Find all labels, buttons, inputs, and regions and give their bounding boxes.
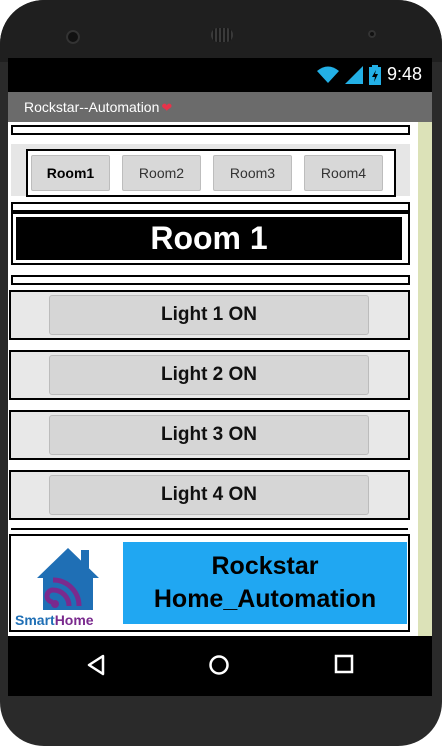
logo-text: SmartHome — [15, 612, 94, 628]
tab-room4[interactable]: Room4 — [304, 155, 383, 191]
smarthome-logo: SmartHome — [13, 542, 113, 628]
light-row: Light 4 ON — [9, 470, 410, 520]
side-scroll-strip — [418, 122, 432, 636]
light-1-button[interactable]: Light 1 ON — [49, 295, 369, 335]
room-title: Room 1 — [16, 217, 402, 260]
banner-line1: Rockstar — [211, 552, 319, 580]
divider — [11, 528, 408, 530]
status-time: 9:48 — [386, 64, 422, 84]
smart-home-icon — [37, 548, 99, 610]
logo-text-home: Home — [54, 612, 94, 628]
heart-icon: ❤ — [161, 100, 173, 115]
app-title-bar: Rockstar--Automation ❤ — [8, 92, 432, 122]
home-icon[interactable] — [208, 654, 230, 676]
front-camera-icon — [66, 30, 80, 44]
wifi-icon — [316, 66, 339, 83]
device-screen: 9:48 Rockstar--Automation ❤ Room1 Room2 R… — [8, 58, 432, 636]
recents-icon[interactable] — [334, 654, 354, 674]
footer-row: SmartHome Rockstar Home_Automation — [9, 534, 410, 632]
light-row: Light 1 ON — [9, 290, 410, 340]
divider — [11, 125, 410, 135]
navigation-bar — [8, 636, 432, 696]
app-title: Rockstar--Automation ❤ — [24, 99, 172, 116]
tab-room1[interactable]: Room1 — [31, 155, 110, 191]
speaker-grille-icon — [211, 28, 233, 42]
room-title-container: Room 1 — [11, 212, 410, 265]
light-2-button[interactable]: Light 2 ON — [49, 355, 369, 395]
divider — [11, 202, 410, 212]
room-tabs-container: Room1 Room2 Room3 Room4 — [11, 144, 410, 197]
room-tabs: Room1 Room2 Room3 Room4 — [26, 149, 396, 197]
signal-icon — [344, 65, 363, 84]
divider — [11, 275, 410, 285]
tab-room2[interactable]: Room2 — [122, 155, 201, 191]
phone-top-bezel — [0, 0, 442, 62]
battery-icon — [368, 64, 381, 85]
light-row: Light 3 ON — [9, 410, 410, 460]
back-icon[interactable] — [86, 654, 106, 676]
light-row: Light 2 ON — [9, 350, 410, 400]
logo-text-smart: Smart — [15, 612, 55, 628]
light-4-button[interactable]: Light 4 ON — [49, 475, 369, 515]
sensor-icon — [368, 30, 376, 38]
brand-banner: Rockstar Home_Automation — [123, 542, 407, 624]
light-3-button[interactable]: Light 3 ON — [49, 415, 369, 455]
tab-room3[interactable]: Room3 — [213, 155, 292, 191]
phone-frame: 9:48 Rockstar--Automation ❤ Room1 Room2 R… — [0, 0, 442, 746]
banner-line2: Home_Automation — [153, 585, 377, 613]
main-content: Room1 Room2 Room3 Room4 Room 1 Light 1 O… — [8, 122, 418, 636]
status-bar: 9:48 — [8, 58, 432, 92]
app-title-label: Rockstar--Automation — [24, 99, 160, 115]
